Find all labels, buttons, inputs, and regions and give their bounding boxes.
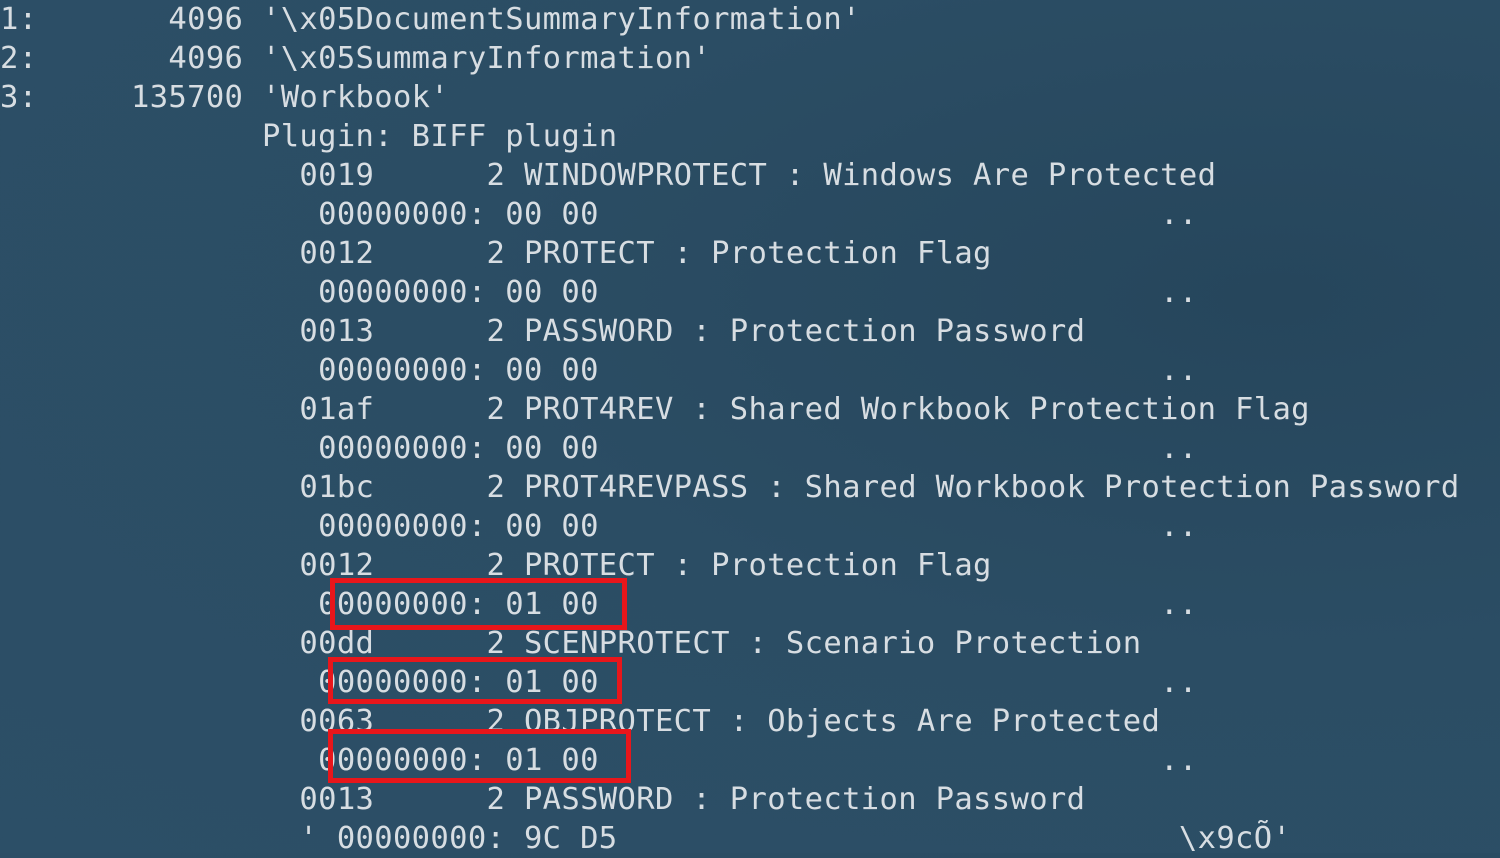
terminal-line: 01af 2 PROT4REV : Shared Workbook Protec… (0, 392, 1310, 427)
highlight-box-protect-flag (330, 578, 627, 630)
terminal-line: 2: 4096 '\x05SummaryInformation' (0, 41, 712, 76)
terminal-line: 0013 2 PASSWORD : Protection Password (0, 314, 1086, 349)
terminal-line: 0019 2 WINDOWPROTECT : Windows Are Prote… (0, 158, 1217, 193)
terminal-line: 3: 135700 'Workbook' (0, 80, 450, 115)
terminal-line: ' 00000000: 9C D5 \x9cÕ' (0, 821, 1292, 856)
terminal-line: Plugin: BIFF plugin (0, 119, 618, 154)
highlight-box-objects-protected (328, 729, 631, 783)
terminal-line: 0013 2 PASSWORD : Protection Password (0, 782, 1086, 817)
terminal-line: 00000000: 00 00 .. (0, 431, 1198, 466)
terminal-line: 00000000: 00 00 .. (0, 509, 1198, 544)
terminal-line: 0012 2 PROTECT : Protection Flag (0, 236, 992, 271)
terminal-output: 1: 4096 '\x05DocumentSummaryInformation'… (0, 0, 1500, 856)
terminal-line: 00000000: 00 00 .. (0, 353, 1198, 388)
highlight-box-scenario-protection (328, 657, 622, 704)
terminal-line: 1: 4096 '\x05DocumentSummaryInformation' (0, 2, 861, 37)
terminal-line: 00000000: 00 00 .. (0, 197, 1198, 232)
terminal-line: 00000000: 00 00 .. (0, 275, 1198, 310)
terminal-line: 01bc 2 PROT4REVPASS : Shared Workbook Pr… (0, 470, 1460, 505)
